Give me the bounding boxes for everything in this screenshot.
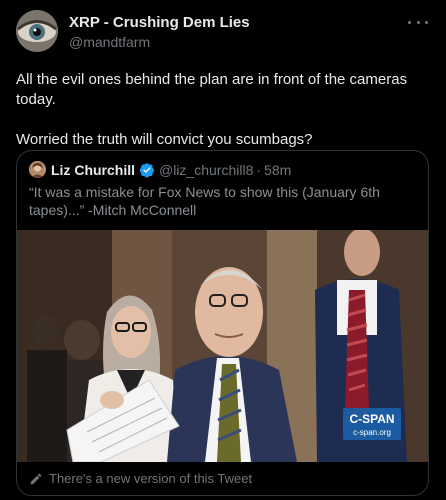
verified-badge-icon xyxy=(139,162,154,177)
tweet-text: All the evil ones behind the plan are in… xyxy=(16,70,426,150)
tweet-paragraph: Worried the truth will convict you scumb… xyxy=(16,131,313,148)
tweet-paragraph: All the evil ones behind the plan are in… xyxy=(16,71,408,108)
more-options-button[interactable] xyxy=(408,14,428,30)
quoted-tweet[interactable]: Liz Churchill @liz_churchill8 · 58m “It … xyxy=(16,150,429,496)
new-version-notice[interactable]: There's a new version of this Tweet xyxy=(29,471,252,486)
author-avatar[interactable] xyxy=(16,10,58,52)
quoted-author-name: Liz Churchill xyxy=(51,161,135,178)
new-version-text: There's a new version of this Tweet xyxy=(49,471,253,486)
quoted-author-handle: @liz_churchill8 xyxy=(159,161,254,178)
quoted-author-avatar xyxy=(29,161,46,178)
author-handle[interactable]: @mandtfarm xyxy=(69,32,250,52)
author-name[interactable]: XRP - Crushing Dem Lies xyxy=(69,14,250,32)
quoted-tweet-text: “It was a mistake for Fox News to show t… xyxy=(29,184,380,218)
tweet-card[interactable]: XRP - Crushing Dem Lies @mandtfarm All t… xyxy=(0,0,446,500)
more-horizontal-icon xyxy=(408,20,411,24)
cspan-brand: C-SPAN xyxy=(349,412,394,426)
quoted-media-video[interactable]: C-SPAN c-span.org xyxy=(17,230,428,462)
eye-icon xyxy=(16,10,58,52)
author-info: XRP - Crushing Dem Lies @mandtfarm xyxy=(69,14,250,52)
quoted-timestamp[interactable]: 58m xyxy=(264,162,291,178)
pencil-icon xyxy=(30,473,42,484)
quoted-tweet-header: Liz Churchill @liz_churchill8 · 58m xyxy=(29,161,291,178)
cspan-url: c-span.org xyxy=(353,428,391,437)
separator-dot: · xyxy=(256,161,262,178)
cspan-watermark: C-SPAN c-span.org xyxy=(343,408,401,440)
